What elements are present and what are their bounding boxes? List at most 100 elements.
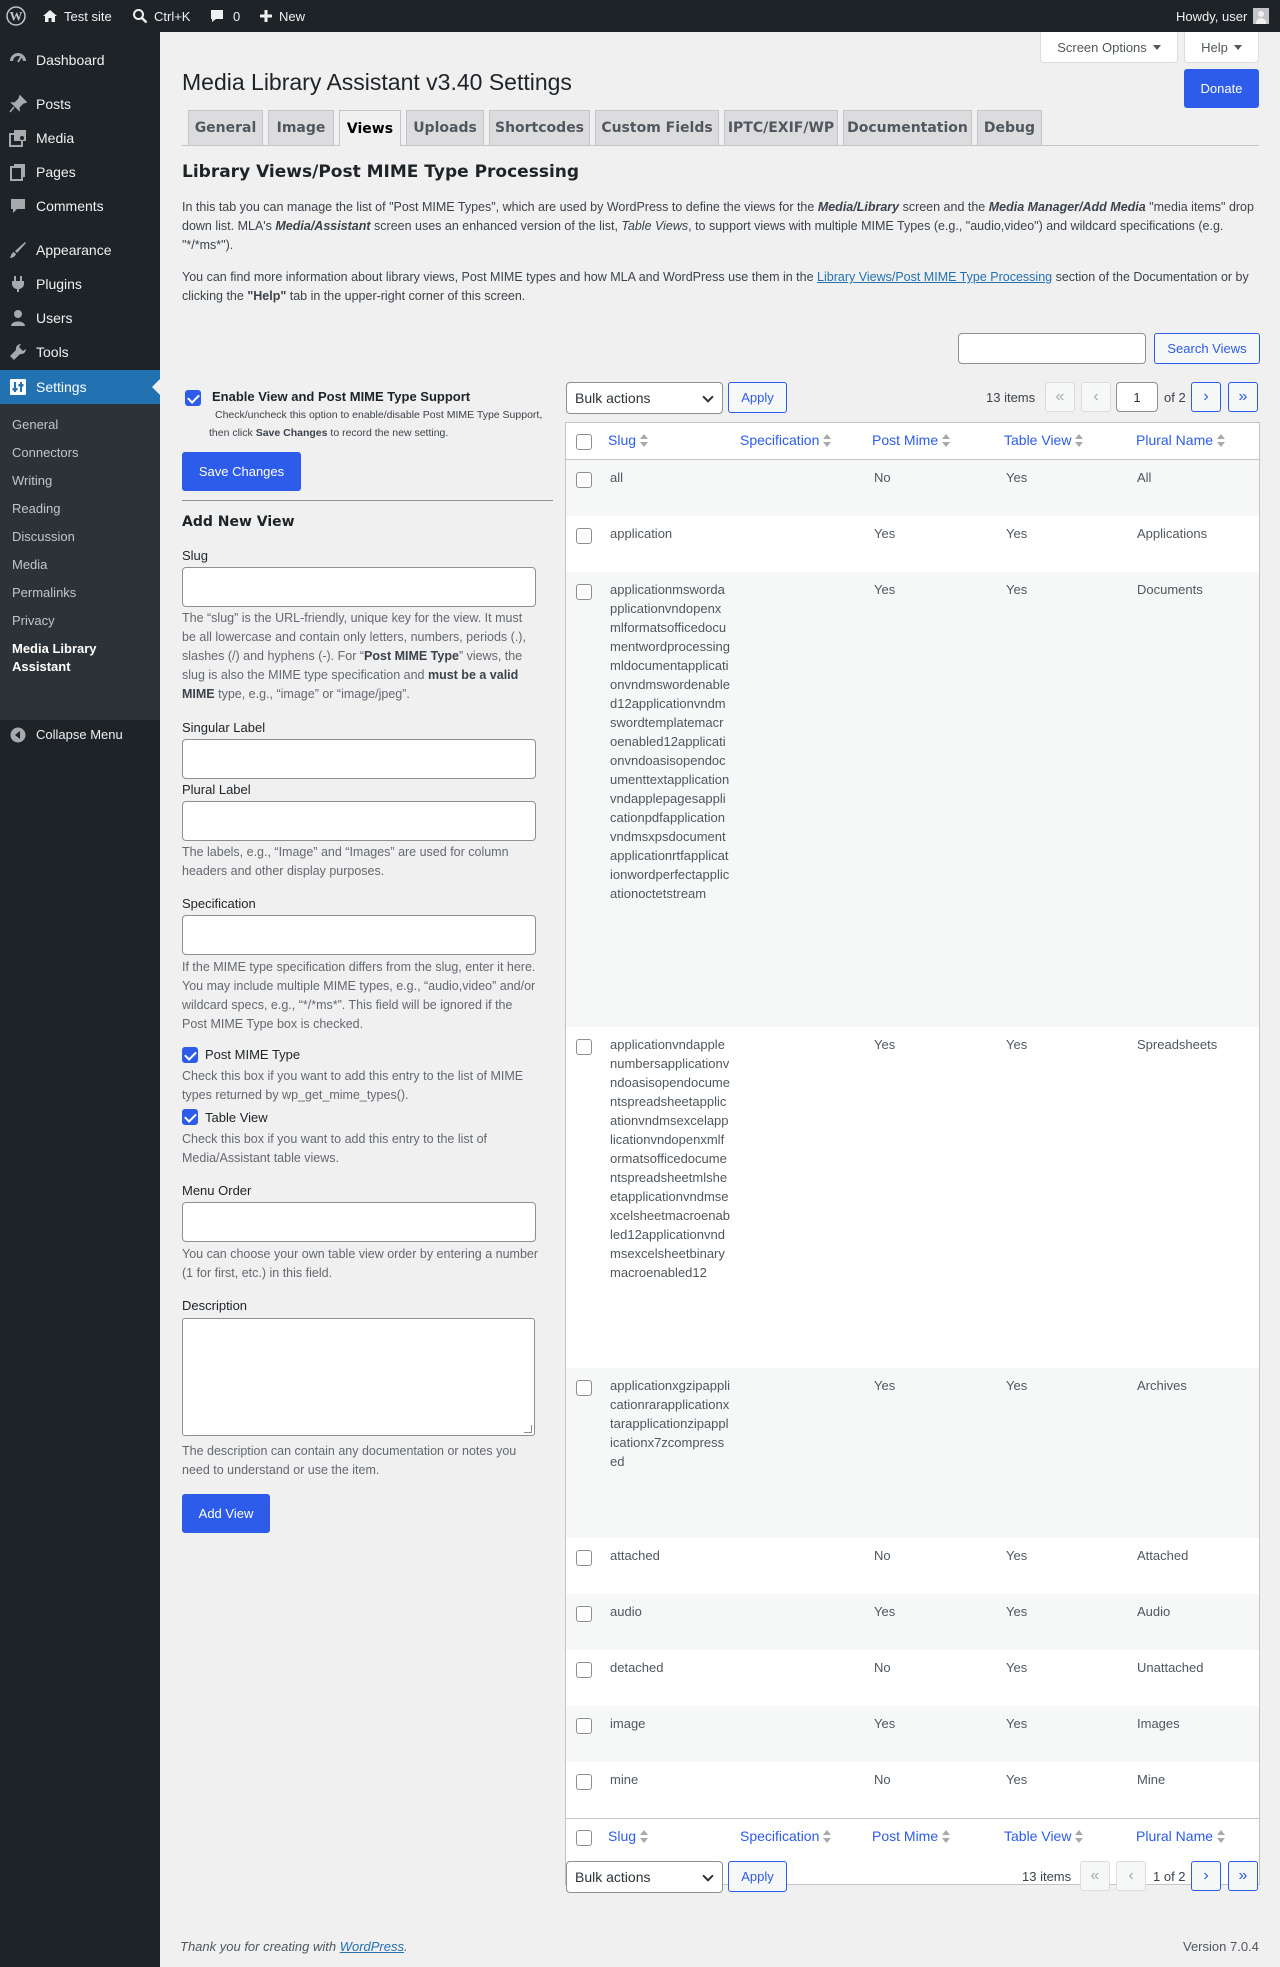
table-row[interactable]: audio Yes Yes Audio bbox=[566, 1594, 1259, 1650]
comments-link[interactable]: 0 bbox=[209, 0, 240, 32]
comment-icon bbox=[211, 10, 223, 22]
tab-documentation[interactable]: Documentation bbox=[843, 110, 972, 145]
last-page-button-top[interactable]: » bbox=[1228, 382, 1258, 412]
current-page-input[interactable]: 1 bbox=[1116, 382, 1158, 412]
column-footer-table-view[interactable]: Table View bbox=[1004, 1828, 1084, 1844]
column-footer-specification[interactable]: Specification bbox=[740, 1828, 832, 1844]
row-checkbox[interactable] bbox=[576, 1774, 592, 1790]
resize-handle-icon[interactable] bbox=[524, 1425, 532, 1433]
tab-debug[interactable]: Debug bbox=[977, 110, 1042, 145]
screen-options-button[interactable]: Screen Options bbox=[1040, 32, 1178, 63]
donate-button[interactable]: Donate bbox=[1184, 69, 1259, 108]
column-header-specification[interactable]: Specification bbox=[740, 432, 832, 448]
apply-button-top[interactable]: Apply bbox=[728, 382, 787, 413]
table-view-checkbox[interactable] bbox=[182, 1109, 198, 1125]
bulk-actions-select-top[interactable]: Bulk actions bbox=[566, 382, 723, 414]
search-views-input[interactable] bbox=[958, 333, 1146, 364]
submenu-writing[interactable]: Writing bbox=[12, 472, 52, 490]
menu-dashboard[interactable]: Dashboard bbox=[0, 43, 160, 77]
column-header-plural-name[interactable]: Plural Name bbox=[1136, 432, 1226, 448]
last-page-button-bottom[interactable]: » bbox=[1228, 1861, 1258, 1891]
menu-appearance[interactable]: Appearance bbox=[0, 233, 160, 267]
next-page-button-bottom[interactable]: › bbox=[1191, 1861, 1221, 1891]
enable-view-support-checkbox[interactable] bbox=[185, 390, 201, 406]
tab-iptc-exif-wp[interactable]: IPTC/EXIF/WP bbox=[724, 110, 838, 145]
column-footer-slug[interactable]: Slug bbox=[608, 1828, 649, 1844]
row-checkbox[interactable] bbox=[576, 1606, 592, 1622]
table-row[interactable]: image Yes Yes Images bbox=[566, 1706, 1259, 1762]
next-page-button-top[interactable]: › bbox=[1191, 382, 1221, 412]
documentation-link[interactable]: Library Views/Post MIME Type Processing bbox=[817, 270, 1052, 284]
submenu-general[interactable]: General bbox=[12, 416, 58, 434]
table-row[interactable]: attached No Yes Attached bbox=[566, 1538, 1259, 1594]
row-checkbox[interactable] bbox=[576, 1550, 592, 1566]
submenu-reading[interactable]: Reading bbox=[12, 500, 60, 518]
submenu-media[interactable]: Media bbox=[12, 556, 47, 574]
wordpress-link[interactable]: WordPress bbox=[340, 1939, 404, 1954]
table-row[interactable]: applicationmswordapplicationvndopenxmlfo… bbox=[566, 572, 1259, 1027]
tab-custom-fields[interactable]: Custom Fields bbox=[595, 110, 719, 145]
chevron-down-icon bbox=[702, 391, 714, 403]
table-row[interactable]: detached No Yes Unattached bbox=[566, 1650, 1259, 1706]
column-footer-plural-name[interactable]: Plural Name bbox=[1136, 1828, 1226, 1844]
menu-pages[interactable]: Pages bbox=[0, 155, 160, 189]
tab-views[interactable]: Views bbox=[339, 110, 401, 146]
tab-general[interactable]: General bbox=[188, 110, 263, 145]
row-checkbox[interactable] bbox=[576, 1039, 592, 1055]
submenu-connectors[interactable]: Connectors bbox=[12, 444, 78, 462]
apply-button-bottom[interactable]: Apply bbox=[728, 1861, 787, 1892]
cell-plural-name: Archives bbox=[1137, 1378, 1187, 1393]
wordpress-logo-icon[interactable]: W bbox=[6, 0, 26, 32]
select-all-checkbox-bottom[interactable] bbox=[576, 1830, 592, 1846]
tab-uploads[interactable]: Uploads bbox=[406, 110, 484, 145]
menu-order-input[interactable] bbox=[182, 1202, 536, 1242]
row-checkbox[interactable] bbox=[576, 584, 592, 600]
table-row[interactable]: all No Yes All bbox=[566, 460, 1259, 516]
menu-posts[interactable]: Posts bbox=[0, 87, 160, 121]
column-footer-post-mime[interactable]: Post Mime bbox=[872, 1828, 951, 1844]
menu-plugins[interactable]: Plugins bbox=[0, 267, 160, 301]
submenu-discussion[interactable]: Discussion bbox=[12, 528, 75, 546]
tab-shortcodes[interactable]: Shortcodes bbox=[489, 110, 590, 145]
specification-input[interactable] bbox=[182, 915, 536, 955]
description-textarea[interactable] bbox=[182, 1318, 535, 1436]
row-checkbox[interactable] bbox=[576, 472, 592, 488]
table-row[interactable]: applicationxgzipapplicationrarapplicatio… bbox=[566, 1368, 1259, 1538]
menu-users[interactable]: Users bbox=[0, 301, 160, 335]
column-header-post-mime[interactable]: Post Mime bbox=[872, 432, 951, 448]
table-row[interactable]: applicationvndapplenumbersapplicationvnd… bbox=[566, 1027, 1259, 1368]
row-checkbox[interactable] bbox=[576, 1718, 592, 1734]
menu-comments[interactable]: Comments bbox=[0, 189, 160, 223]
submenu-privacy[interactable]: Privacy bbox=[12, 612, 55, 630]
bulk-actions-select-bottom[interactable]: Bulk actions bbox=[566, 1861, 723, 1893]
save-changes-button[interactable]: Save Changes bbox=[182, 452, 301, 491]
table-row[interactable]: mine No Yes Mine bbox=[566, 1762, 1259, 1818]
cell-plural-name: Applications bbox=[1137, 526, 1208, 541]
menu-settings[interactable]: Settings bbox=[0, 370, 160, 404]
menu-media[interactable]: Media bbox=[0, 121, 160, 155]
post-mime-type-checkbox[interactable] bbox=[182, 1047, 198, 1063]
column-header-slug[interactable]: Slug bbox=[608, 432, 649, 448]
row-checkbox[interactable] bbox=[576, 528, 592, 544]
my-account-link[interactable]: Howdy, user bbox=[1176, 0, 1270, 32]
slug-input[interactable] bbox=[182, 567, 536, 607]
plural-label-input[interactable] bbox=[182, 801, 536, 841]
tab-image[interactable]: Image bbox=[268, 110, 334, 145]
add-view-button[interactable]: Add View bbox=[182, 1494, 270, 1533]
menu-tools[interactable]: Tools bbox=[0, 335, 160, 369]
row-checkbox[interactable] bbox=[576, 1380, 592, 1396]
column-header-table-view[interactable]: Table View bbox=[1004, 432, 1084, 448]
row-checkbox[interactable] bbox=[576, 1662, 592, 1678]
search-views-button[interactable]: Search Views bbox=[1154, 333, 1260, 364]
collapse-menu-button[interactable]: Collapse Menu bbox=[0, 718, 160, 752]
help-button[interactable]: Help bbox=[1184, 32, 1259, 63]
new-content-link[interactable]: New bbox=[259, 0, 305, 32]
singular-label-input[interactable] bbox=[182, 739, 536, 779]
admin-bar-search[interactable]: Ctrl+K bbox=[132, 0, 190, 32]
table-row[interactable]: application Yes Yes Applications bbox=[566, 516, 1259, 572]
select-all-checkbox[interactable] bbox=[576, 434, 592, 450]
site-name-link[interactable]: Test site bbox=[42, 0, 112, 32]
submenu-permalinks[interactable]: Permalinks bbox=[12, 584, 76, 602]
submenu-media-library-assistant[interactable]: Media Library Assistant bbox=[12, 640, 132, 676]
howdy-label: Howdy, user bbox=[1176, 8, 1248, 24]
